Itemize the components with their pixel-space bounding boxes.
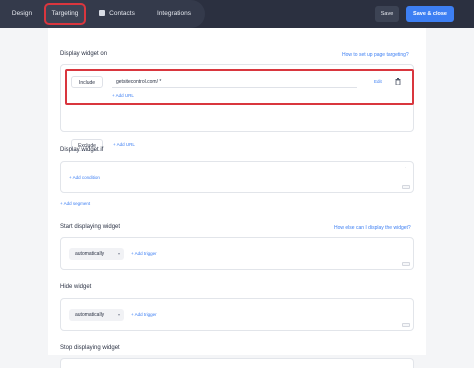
display-on-title: Display widget on — [60, 51, 108, 57]
tab-contacts[interactable]: Contacts — [92, 0, 142, 28]
include-add-url-link[interactable]: + Add URL — [112, 93, 134, 98]
stop-display-title: Stop displaying widget — [60, 345, 120, 351]
display-if-card: + Add condition · — [60, 161, 414, 193]
display-if-title: Display widget if — [60, 147, 104, 153]
contact-card-icon — [99, 10, 106, 16]
tab-design[interactable]: Design — [4, 0, 40, 28]
stop-display-card — [60, 358, 414, 368]
editor-tabs: Design Targeting Contacts Integrations — [0, 0, 205, 28]
drag-handle-icon[interactable]: · — [405, 166, 408, 170]
chevron-down-icon: ▾ — [117, 312, 120, 317]
collapse-icon[interactable] — [402, 323, 410, 327]
include-toggle[interactable]: Include — [71, 76, 103, 88]
tab-contacts-label: Contacts — [109, 10, 135, 17]
chevron-down-icon: ▾ — [117, 251, 120, 256]
save-button[interactable]: Save — [375, 6, 399, 22]
collapse-icon[interactable] — [402, 262, 410, 266]
hide-add-trigger-link[interactable]: + Add trigger — [131, 312, 157, 317]
start-display-title: Start displaying widget — [60, 224, 121, 230]
start-mode-select[interactable]: automatically ▾ — [69, 248, 124, 260]
page-targeting-help-link[interactable]: How to set up page targeting? — [342, 52, 409, 58]
include-url-input[interactable]: getsitecontrol.com/ * — [112, 76, 357, 88]
top-toolbar: Design Targeting Contacts Integrations S… — [0, 0, 474, 28]
tab-targeting[interactable]: Targeting — [44, 0, 86, 28]
exclude-add-url-link[interactable]: + Add URL — [113, 142, 135, 147]
trash-icon[interactable] — [395, 78, 401, 85]
start-display-card: automatically ▾ + Add trigger — [60, 237, 414, 270]
collapse-icon[interactable] — [402, 185, 410, 189]
add-condition-link[interactable]: + Add condition — [69, 175, 100, 180]
edit-url-link[interactable]: Edit — [374, 79, 382, 84]
tab-integrations-label: Integrations — [157, 10, 191, 17]
display-help-link[interactable]: How else can I display the widget? — [334, 225, 411, 231]
start-add-trigger-link[interactable]: + Add trigger — [131, 251, 157, 256]
hide-mode-value: automatically — [75, 312, 105, 318]
tab-targeting-label: Targeting — [51, 10, 79, 17]
tab-integrations[interactable]: Integrations — [148, 0, 200, 28]
start-mode-value: automatically — [75, 251, 105, 257]
hide-widget-card: automatically ▾ + Add trigger — [60, 298, 414, 331]
save-close-button[interactable]: Save & close — [406, 6, 454, 22]
tab-design-label: Design — [11, 10, 33, 17]
hide-mode-select[interactable]: automatically ▾ — [69, 309, 124, 321]
add-segment-link[interactable]: + Add segment — [60, 201, 90, 206]
hide-widget-title: Hide widget — [60, 284, 92, 290]
include-row: Include getsitecontrol.com/ * Edit + Add… — [65, 69, 414, 105]
